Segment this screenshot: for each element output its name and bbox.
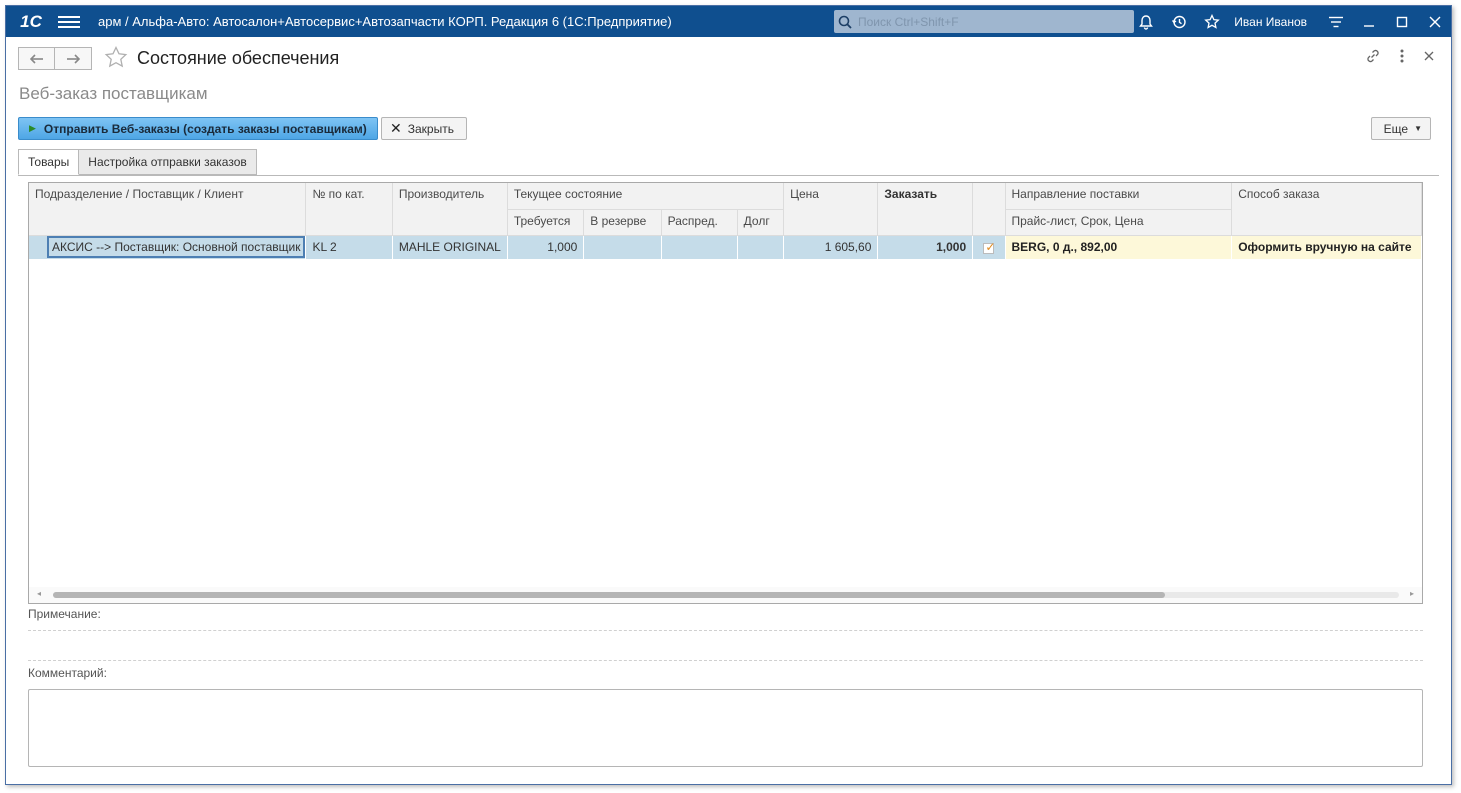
play-icon: ▶ — [29, 123, 36, 133]
global-search[interactable] — [834, 10, 1134, 33]
cell-manufacturer[interactable]: MAHLE ORIGINAL — [392, 235, 508, 259]
form-subtitle: Веб-заказ поставщикам — [19, 84, 208, 103]
close-button-label: Закрыть — [407, 121, 454, 136]
note-label: Примечание: — [28, 607, 101, 621]
app-title: арм / Альфа-Авто: Автосалон+Автосервис+А… — [98, 14, 672, 29]
cell-catalog-no[interactable]: KL 2 — [305, 235, 393, 259]
col-check[interactable] — [972, 183, 1006, 236]
main-window: 1С арм / Альфа-Авто: Автосалон+Автосерви… — [5, 5, 1452, 785]
cell-distributed[interactable] — [661, 235, 738, 259]
col-reserved[interactable]: В резерве — [583, 209, 662, 236]
dropdown-arrow-icon: ▼ — [1414, 124, 1422, 133]
send-web-orders-button[interactable]: ▶ Отправить Веб-заказы (создать заказы п… — [18, 117, 378, 140]
tab-order-settings[interactable]: Настройка отправки заказов — [79, 149, 257, 175]
page-title: Состояние обеспечения — [137, 48, 340, 68]
cell-method[interactable]: Оформить вручную на сайте — [1231, 235, 1422, 259]
close-form-icon[interactable] — [1423, 48, 1435, 67]
col-method[interactable]: Способ заказа — [1231, 183, 1422, 236]
cell-division[interactable]: АКСИС --> Поставщик: Основной поставщик — [29, 235, 307, 259]
col-order[interactable]: Заказать — [877, 183, 974, 236]
1c-logo: 1С — [20, 11, 42, 31]
maximize-icon[interactable] — [1385, 6, 1418, 37]
comment-label: Комментарий: — [28, 666, 107, 680]
cell-debt[interactable] — [737, 235, 785, 259]
back-button[interactable] — [18, 47, 55, 70]
cell-required[interactable]: 1,000 — [507, 235, 585, 259]
menu-icon[interactable] — [58, 13, 80, 31]
col-current-state[interactable]: Текущее состояние — [507, 183, 785, 210]
close-x-icon: ✕ — [390, 120, 402, 136]
col-catalog-no[interactable]: № по кат. — [305, 183, 393, 236]
col-manufacturer[interactable]: Производитель — [392, 183, 508, 236]
cell-reserved[interactable] — [583, 235, 662, 259]
comment-field[interactable] — [28, 689, 1423, 767]
send-web-orders-label: Отправить Веб-заказы (создать заказы пос… — [43, 121, 367, 136]
goods-table[interactable]: Подразделение / Поставщик / Клиент № по … — [28, 182, 1423, 604]
more-button[interactable]: Еще ▼ — [1370, 117, 1431, 140]
col-distributed[interactable]: Распред. — [661, 209, 738, 236]
tab-goods[interactable]: Товары — [18, 149, 80, 175]
cell-order[interactable]: 1,000 — [877, 235, 974, 259]
arrow-left-icon — [29, 53, 43, 64]
bell-icon[interactable] — [1129, 6, 1162, 37]
link-icon[interactable] — [1365, 48, 1381, 67]
col-required[interactable]: Требуется — [507, 209, 585, 236]
col-direction[interactable]: Направление поставки — [1005, 183, 1233, 210]
minimize-icon[interactable] — [1352, 6, 1385, 37]
col-price[interactable]: Цена — [783, 183, 879, 236]
forward-button[interactable] — [55, 47, 92, 70]
scroll-right-icon[interactable]: ▸ — [1410, 589, 1414, 598]
cell-checkbox[interactable] — [972, 235, 1006, 259]
more-button-label: Еще — [1383, 121, 1409, 136]
scroll-left-icon[interactable]: ◂ — [37, 589, 41, 598]
table-row[interactable]: АКСИС --> Поставщик: Основной поставщик … — [29, 235, 1422, 259]
close-button[interactable]: ✕ Закрыть — [381, 117, 467, 140]
search-icon — [834, 15, 856, 29]
col-division[interactable]: Подразделение / Поставщик / Клиент — [29, 183, 307, 236]
title-bar: 1С арм / Альфа-Авто: Автосалон+Автосерви… — [6, 6, 1451, 37]
history-icon[interactable] — [1162, 6, 1195, 37]
more-vertical-icon[interactable] — [1399, 48, 1405, 67]
favorites-star-icon[interactable] — [1195, 6, 1228, 37]
favorite-star-icon[interactable] — [104, 45, 128, 74]
close-window-icon[interactable] — [1418, 6, 1451, 37]
current-user[interactable]: Иван Иванов — [1234, 15, 1307, 29]
scrollbar-thumb[interactable] — [53, 592, 1165, 598]
horizontal-scrollbar[interactable]: ◂ ▸ — [29, 587, 1422, 603]
col-pricelist[interactable]: Прайс-лист, Срок, Цена — [1005, 209, 1233, 236]
cell-pricelist[interactable]: BERG, 0 д., 892,00 — [1005, 235, 1233, 259]
settings-lines-icon[interactable] — [1319, 6, 1352, 37]
cell-price[interactable]: 1 605,60 — [783, 235, 879, 259]
col-debt[interactable]: Долг — [737, 209, 785, 236]
search-input[interactable] — [856, 13, 1126, 30]
arrow-right-icon — [67, 53, 80, 64]
order-checkbox[interactable] — [983, 240, 995, 254]
